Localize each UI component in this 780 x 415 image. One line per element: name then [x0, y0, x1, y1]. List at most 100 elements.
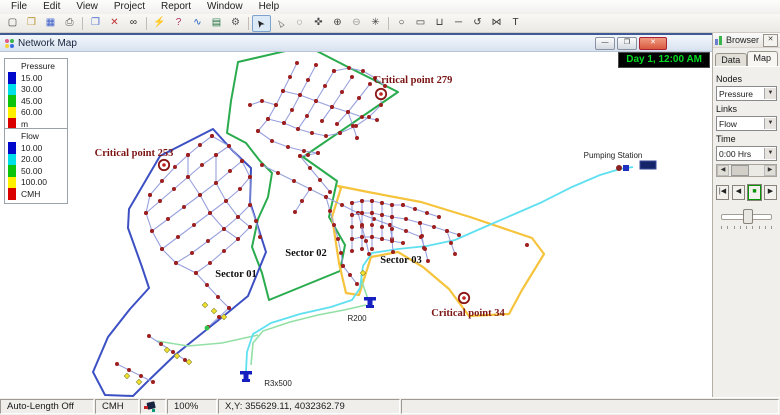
junction-node[interactable]: [355, 282, 359, 286]
menu-edit[interactable]: Edit: [35, 0, 68, 14]
junction-node[interactable]: [270, 139, 274, 143]
junction-node[interactable]: [425, 211, 429, 215]
junction-node[interactable]: [227, 306, 231, 310]
junction-node[interactable]: [214, 153, 218, 157]
yellow-node[interactable]: [135, 378, 143, 386]
yellow-node[interactable]: [210, 307, 218, 315]
pipe[interactable]: [267, 118, 341, 137]
junction-node[interactable]: [332, 223, 336, 227]
junction-node[interactable]: [360, 211, 364, 215]
open-file-button[interactable]: ❒: [22, 15, 41, 32]
junction-node[interactable]: [282, 121, 286, 125]
pump-symbol[interactable]: [616, 165, 622, 171]
yellow-node[interactable]: [185, 358, 193, 366]
map-canvas-area[interactable]: Critical point 279 Critical point 253 Crit…: [0, 52, 712, 397]
junction-node[interactable]: [341, 264, 345, 268]
junction-node[interactable]: [347, 66, 351, 70]
junction-node[interactable]: [360, 247, 364, 251]
junction-node[interactable]: [360, 115, 364, 119]
junction-node[interactable]: [236, 237, 240, 241]
junction-node[interactable]: [293, 210, 297, 214]
junction-node[interactable]: [222, 227, 226, 231]
junction-node[interactable]: [198, 193, 202, 197]
pipe[interactable]: [257, 130, 319, 154]
menu-file[interactable]: File: [3, 0, 35, 14]
junction-node[interactable]: [198, 143, 202, 147]
junction-node[interactable]: [276, 171, 280, 175]
green-node[interactable]: [204, 325, 210, 331]
junction-node[interactable]: [380, 213, 384, 217]
junction-node[interactable]: [348, 273, 352, 277]
pipe[interactable]: [257, 62, 298, 132]
junction-node[interactable]: [355, 136, 359, 140]
junction-node[interactable]: [205, 283, 209, 287]
new-file-button[interactable]: ▢: [3, 15, 22, 32]
junction-node[interactable]: [208, 211, 212, 215]
junction-node[interactable]: [314, 63, 318, 67]
junction-node[interactable]: [367, 252, 371, 256]
junction-node[interactable]: [296, 127, 300, 131]
scroll-right-icon[interactable]: ▶: [764, 165, 776, 176]
junction-node[interactable]: [222, 249, 226, 253]
junction-node[interactable]: [144, 211, 148, 215]
junction-node[interactable]: [176, 235, 180, 239]
junction-node[interactable]: [332, 69, 336, 73]
tab-map[interactable]: Map: [746, 51, 778, 66]
reservoir-symbol[interactable]: [240, 371, 252, 375]
junction-node[interactable]: [248, 103, 252, 107]
stop-button[interactable]: ■: [747, 184, 762, 201]
junction-node[interactable]: [324, 195, 328, 199]
junction-node[interactable]: [200, 163, 204, 167]
junction-node[interactable]: [160, 247, 164, 251]
junction-node[interactable]: [194, 271, 198, 275]
junction-node[interactable]: [360, 199, 364, 203]
junction-node[interactable]: [248, 203, 252, 207]
junction-node[interactable]: [256, 129, 260, 133]
pipe[interactable]: [351, 236, 404, 244]
speed-slider[interactable]: [721, 209, 772, 224]
junction-node[interactable]: [339, 251, 343, 255]
junction-node[interactable]: [310, 131, 314, 135]
junction-node[interactable]: [159, 342, 163, 346]
junction-node[interactable]: [350, 237, 354, 241]
junction-node[interactable]: [370, 235, 374, 239]
junction-node[interactable]: [298, 154, 302, 158]
pipe[interactable]: [391, 216, 460, 236]
junction-node[interactable]: [318, 178, 322, 182]
junction-node[interactable]: [445, 229, 449, 233]
junction-node[interactable]: [370, 199, 374, 203]
save-button[interactable]: ▦: [41, 15, 60, 32]
tab-data[interactable]: Data: [715, 53, 747, 66]
junction-node[interactable]: [127, 368, 131, 372]
junction-node[interactable]: [370, 211, 374, 215]
junction-node[interactable]: [228, 169, 232, 173]
slider-thumb[interactable]: [743, 209, 754, 224]
pipe[interactable]: [261, 164, 422, 238]
play-button[interactable]: ▶: [764, 185, 777, 200]
add-pump-button[interactable]: ↺: [468, 15, 487, 32]
junction-node[interactable]: [306, 78, 310, 82]
time-dropdown[interactable]: 0:00 Hrs ▼: [716, 146, 777, 161]
junction-node[interactable]: [380, 237, 384, 241]
junction-node[interactable]: [216, 295, 220, 299]
junction-node[interactable]: [227, 144, 231, 148]
junction-node[interactable]: [151, 380, 155, 384]
junction-node[interactable]: [172, 187, 176, 191]
pan-button[interactable]: ✜: [309, 15, 328, 32]
menu-report[interactable]: Report: [153, 0, 199, 14]
menu-project[interactable]: Project: [106, 0, 153, 14]
network-map-titlebar[interactable]: Network Map — ❐ ✕: [0, 35, 712, 52]
junction-node[interactable]: [217, 315, 221, 319]
junction-node[interactable]: [260, 99, 264, 103]
junction-node[interactable]: [357, 96, 361, 100]
rewind-button[interactable]: |◀: [716, 185, 729, 200]
yellow-node[interactable]: [201, 301, 209, 309]
junction-node[interactable]: [340, 90, 344, 94]
junction-node[interactable]: [346, 110, 350, 114]
menu-window[interactable]: Window: [199, 0, 251, 14]
options-button[interactable]: ⚙: [226, 15, 245, 32]
junction-node[interactable]: [340, 203, 344, 207]
junction-node[interactable]: [457, 233, 461, 237]
junction-node[interactable]: [258, 235, 262, 239]
junction-node[interactable]: [350, 201, 354, 205]
